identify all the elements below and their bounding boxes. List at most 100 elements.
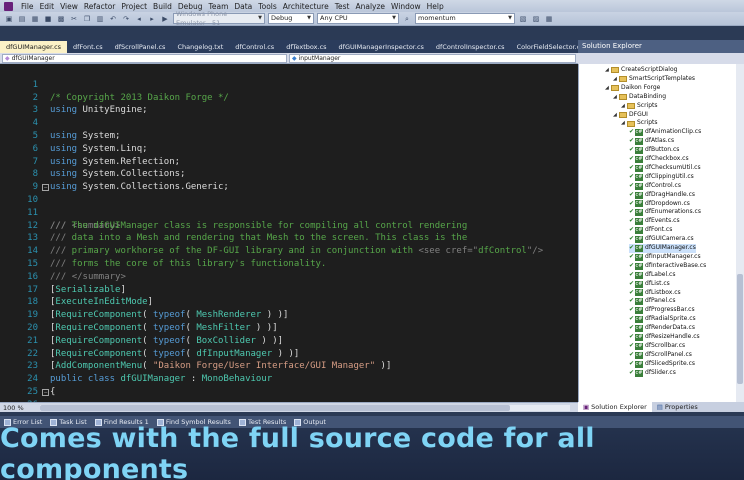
menu-help[interactable]: Help [427,2,444,11]
tree-file[interactable]: ✔ c# dfControl.cs [629,182,681,191]
cut-icon[interactable]: ✂ [69,14,79,24]
paste-icon[interactable]: ▥ [95,14,105,24]
tree-file[interactable]: ✔ c# dfAnimationClip.cs [629,128,701,137]
tree-file[interactable]: ✔ c# dfListbox.cs [629,289,681,298]
tree-folder[interactable]: ◢ CreateScriptDialog [605,66,677,75]
emulator-select[interactable]: Windows Phone Emulator - 51 ▼ [173,10,265,27]
add-item-icon[interactable]: ▤ [17,14,27,24]
tree-file[interactable]: ✔ c# dfChecksumUtil.cs [629,164,701,173]
csharp-file-icon: c# [635,138,644,146]
tab-dfcontrol[interactable]: dfControl.cs [229,41,280,53]
tree-file[interactable]: ✔ c# dfInputManager.cs [629,253,701,262]
collapse-icon[interactable]: − [42,184,49,192]
menu-file[interactable]: File [21,2,34,11]
tree-file[interactable]: ✔ c# dfEvents.cs [629,217,680,226]
start-debug-icon[interactable]: ▶ [160,14,170,24]
tree-folder[interactable]: ◢ Scripts [621,102,658,111]
menu-refactor[interactable]: Refactor [84,2,115,11]
tree-file[interactable]: ✔ c# dfScrollPanel.cs [629,351,692,360]
tab-dfscrollpanel[interactable]: dfScrollPanel.cs [109,41,172,53]
tree-item-label: dfFont.cs [645,226,673,234]
tree-file[interactable]: ✔ c# dfRadialSprite.cs [629,315,696,324]
solution-explorer-icon[interactable]: ▧ [518,14,528,24]
tree-file[interactable]: ✔ c# dfPanel.cs [629,297,675,306]
tab-solution-explorer[interactable]: ▣ Solution Explorer [578,402,652,412]
scroll-thumb[interactable] [737,274,743,384]
tree-folder[interactable]: ◢ Scripts [621,119,658,128]
menu-analyze[interactable]: Analyze [355,2,385,11]
tree-file[interactable]: ✔ c# dfInteractiveBase.cs [629,262,706,271]
menu-tools[interactable]: Tools [258,2,276,11]
tree-item-label: dfInteractiveBase.cs [645,261,707,269]
tree-file[interactable]: ✔ c# dfClippingUtil.cs [629,173,694,182]
checked-in-icon: ✔ [629,199,635,207]
open-icon[interactable]: ▦ [30,14,40,24]
tree-file[interactable]: ✔ c# dfDropdown.cs [629,200,690,209]
tree-folder[interactable]: ◢ Daikon Forge [605,84,660,93]
forward-icon[interactable]: ▸ [147,14,157,24]
menu-test[interactable]: Test [335,2,350,11]
zoom-level[interactable]: 100 % [0,404,24,412]
redo-icon[interactable]: ↷ [121,14,131,24]
tree-file[interactable]: ✔ c# dfList.cs [629,280,670,289]
configuration-select[interactable]: Debug ▼ [268,13,314,24]
checked-in-icon: ✔ [629,163,635,171]
tree-folder[interactable]: ◢ DataBinding [613,93,666,102]
find-icon[interactable]: ⌕ [402,14,412,24]
tab-dffont[interactable]: dfFont.cs [67,41,109,53]
menu-architecture[interactable]: Architecture [283,2,329,11]
tree-file[interactable]: ✔ c# dfProgressBar.cs [629,306,695,315]
tree-file[interactable]: ✔ c# dfCheckbox.cs [629,155,689,164]
tree-item-label: dfControl.cs [645,181,681,189]
menu-project[interactable]: Project [121,2,147,11]
collapse-icon[interactable]: − [42,389,49,396]
tab-dfguimanager[interactable]: dfGUIManager.cs [0,41,68,53]
code-line: 9 [32,182,38,193]
code-editor[interactable]: 1 /* Copyright 2013 Daikon Forge */ 2 us… [0,64,578,402]
tree-file[interactable]: ✔ c# dfEnumerations.cs [629,208,701,217]
save-all-icon[interactable]: ▩ [56,14,66,24]
platform-select[interactable]: Any CPU ▼ [317,13,399,24]
save-icon[interactable]: ■ [43,14,53,24]
scroll-thumb[interactable] [40,405,510,411]
back-icon[interactable]: ◂ [134,14,144,24]
toolbox-icon[interactable]: ▦ [544,14,554,24]
tree-folder[interactable]: ◢ SmartScriptTemplates [613,75,695,84]
tree-item-label: dfListbox.cs [645,288,681,296]
tree-file[interactable]: ✔ c# dfSlicedSprite.cs [629,360,695,369]
undo-icon[interactable]: ↶ [108,14,118,24]
tab-dftextbox[interactable]: dfTextbox.cs [280,41,332,53]
vertical-scrollbar[interactable] [736,64,744,402]
tab-dfcontrolinspector[interactable]: dfControlInspector.cs [430,41,511,53]
tree-file[interactable]: ✔ c# dfResizeHandle.cs [629,333,700,342]
checked-in-icon: ✔ [629,181,635,189]
menu-build[interactable]: Build [153,2,172,11]
menu-window[interactable]: Window [391,2,421,11]
chevron-down-icon: ▼ [307,15,311,21]
type-dropdown[interactable]: ◆ dfGUIManager [2,53,287,63]
menu-view[interactable]: View [60,2,78,11]
menu-edit[interactable]: Edit [40,2,55,11]
code-line: 13 /// primary workhorse of the DF-GUI l… [27,233,544,257]
tree-file[interactable]: ✔ c# dfGUIManager.cs [629,244,696,253]
copy-icon[interactable]: ❐ [82,14,92,24]
tree-file[interactable]: ✔ c# dfScrollbar.cs [629,342,685,351]
find-combo[interactable]: momentum ▼ [415,13,515,24]
tab-dfguimanagerinspector[interactable]: dfGUIManagerInspector.cs [333,41,430,53]
tree-file[interactable]: ✔ c# dfFont.cs [629,226,672,235]
tree-folder[interactable]: ◢ DFGUI [613,111,648,120]
tree-file[interactable]: ✔ c# dfButton.cs [629,146,679,155]
tree-file[interactable]: ✔ c# dfSlider.cs [629,369,676,378]
code-line: 8 using System.Collections.Generic; [32,169,229,193]
member-dropdown[interactable]: ◆ inputManager [289,53,576,63]
tree-file[interactable]: ✔ c# dfDragHandle.cs [629,191,695,200]
tree-file[interactable]: ✔ c# dfLabel.cs [629,271,675,280]
new-project-icon[interactable]: ▣ [4,14,14,24]
tree-file[interactable]: ✔ c# dfRenderData.cs [629,324,695,333]
tree-file[interactable]: ✔ c# dfGUICamera.cs [629,235,694,244]
tab-properties[interactable]: ▤ Properties [652,402,703,412]
tab-changelog[interactable]: Changelog.txt [171,41,229,53]
tree-file[interactable]: ✔ c# dfAtlas.cs [629,137,674,146]
properties-icon[interactable]: ▨ [531,14,541,24]
horizontal-scrollbar[interactable] [40,405,570,411]
